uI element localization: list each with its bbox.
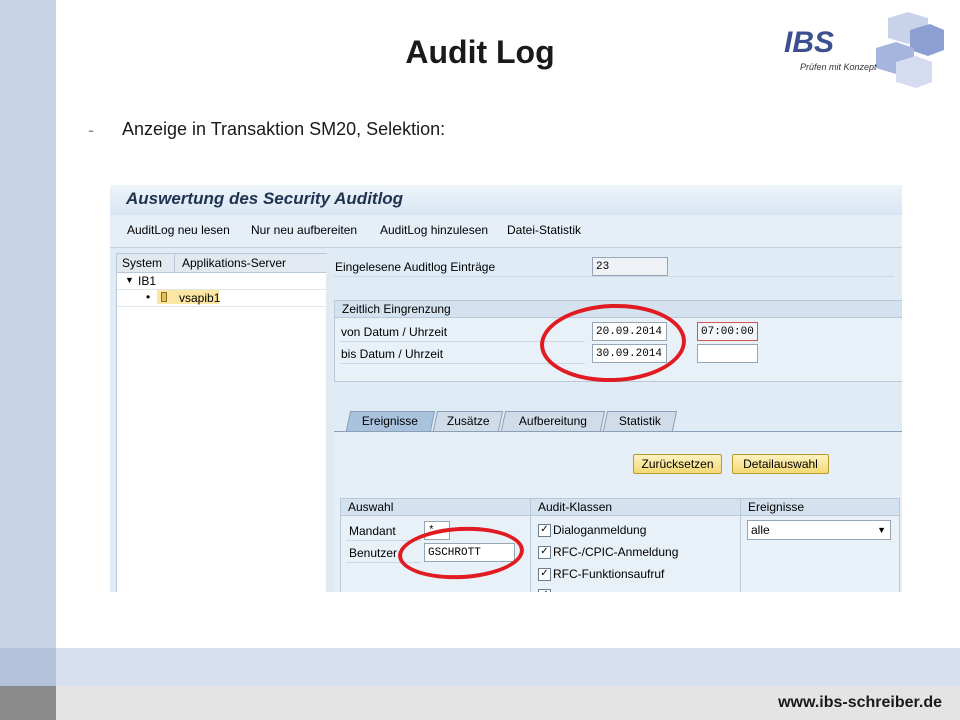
checkbox-icon[interactable]: ✓ bbox=[538, 524, 551, 537]
mandant-label: Mandant bbox=[349, 524, 396, 538]
to-time-field[interactable] bbox=[697, 344, 758, 363]
tab-ereignisse[interactable]: Ereignisse bbox=[345, 411, 436, 431]
selection-title: Auswahl bbox=[341, 499, 531, 516]
tree-scrollbar[interactable] bbox=[326, 254, 332, 592]
toolbar-datei-statistik[interactable]: Datei-Statistik bbox=[507, 223, 581, 237]
triangle-down-icon[interactable]: ▼ bbox=[125, 275, 134, 285]
events-group: Ereignisse bbox=[740, 498, 900, 592]
slide-left-bar-accent bbox=[0, 648, 56, 686]
toolbar-auditlog-neu-lesen[interactable]: AuditLog neu lesen bbox=[127, 223, 230, 237]
server-icon bbox=[161, 292, 167, 302]
sap-window-title-text: Auswertung des Security Auditlog bbox=[126, 189, 404, 208]
slide-title: Audit Log bbox=[405, 34, 555, 70]
class-rfc-cpic-label: RFC-/CPIC-Anmeldung bbox=[553, 545, 679, 559]
bis-label: bis Datum / Uhrzeit bbox=[341, 347, 444, 361]
server-tree: System Applikations-Server ▼ IB1 • vsapi… bbox=[116, 253, 332, 592]
checkbox-icon[interactable]: ✓ bbox=[538, 546, 551, 559]
tree-header: System Applikations-Server bbox=[117, 254, 326, 273]
tree-col-server[interactable]: Applikations-Server bbox=[176, 254, 326, 272]
tree-server-name: vsapib1 bbox=[179, 291, 221, 305]
bullet-icon: • bbox=[146, 290, 151, 304]
sap-screenshot: Auswertung des Security Auditlog AuditLo… bbox=[110, 185, 902, 592]
toolbar-nur-neu-aufbereiten[interactable]: Nur neu aufbereiten bbox=[251, 223, 357, 237]
tree-system-name: IB1 bbox=[138, 274, 157, 288]
sap-toolbar: AuditLog neu lesen Nur neu aufbereiten A… bbox=[110, 215, 902, 248]
slide-bottom-band bbox=[56, 648, 960, 686]
entries-label: Eingelesene Auditlog Einträge bbox=[335, 260, 496, 274]
tree-col-system[interactable]: System bbox=[117, 254, 175, 272]
user-label: Benutzer bbox=[349, 546, 398, 560]
checkbox-icon[interactable]: ✓ bbox=[538, 568, 551, 581]
events-title: Ereignisse bbox=[741, 499, 899, 516]
entries-field: 23 bbox=[592, 257, 668, 276]
logo-tagline: Prüfen mit Konzept bbox=[800, 62, 877, 72]
entries-label-line bbox=[334, 276, 894, 277]
from-label: von Datum / Uhrzeit bbox=[341, 325, 448, 339]
dropdown-arrow-icon[interactable]: ▼ bbox=[877, 521, 886, 539]
from-time-field[interactable]: 07:00:00 bbox=[697, 322, 758, 341]
checkbox-icon[interactable]: ✓ bbox=[538, 589, 551, 592]
sap-window-title: Auswertung des Security Auditlog bbox=[110, 185, 902, 215]
detail-button[interactable]: Detailauswahl bbox=[732, 454, 829, 474]
slide-left-bar bbox=[0, 0, 56, 720]
class-dialog-label: Dialoganmeldung bbox=[553, 523, 647, 537]
logo-brand: IBS bbox=[784, 26, 834, 59]
footer-url[interactable]: www.ibs-schreiber.de bbox=[778, 694, 942, 712]
slide-left-bar-dark bbox=[0, 686, 56, 720]
class-rfc-func-label: RFC-Funktionsaufruf bbox=[553, 567, 665, 581]
tab-aufbereitung[interactable]: Aufbereitung bbox=[500, 411, 606, 431]
tab-statistik[interactable]: Statistik bbox=[602, 411, 678, 431]
bullet-text: Anzeige in Transaktion SM20, Selektion: bbox=[122, 119, 446, 139]
audit-classes-title: Audit-Klassen bbox=[531, 499, 741, 516]
events-selected: alle bbox=[751, 523, 770, 537]
events-dropdown[interactable]: alle ▼ bbox=[747, 520, 891, 540]
reset-button[interactable]: Zurücksetzen bbox=[633, 454, 722, 474]
tree-row-server[interactable]: • vsapib1 bbox=[117, 289, 326, 307]
toolbar-auditlog-hinzulesen[interactable]: AuditLog hinzulesen bbox=[380, 223, 488, 237]
bullet-dash: - bbox=[88, 120, 94, 140]
ibs-logo: IBS Prüfen mit Konzept bbox=[778, 12, 948, 92]
tree-row-system[interactable]: ▼ IB1 bbox=[117, 273, 326, 290]
slide-footer: www.ibs-schreiber.de bbox=[56, 686, 960, 720]
tab-zusaetze[interactable]: Zusätze bbox=[432, 411, 504, 431]
